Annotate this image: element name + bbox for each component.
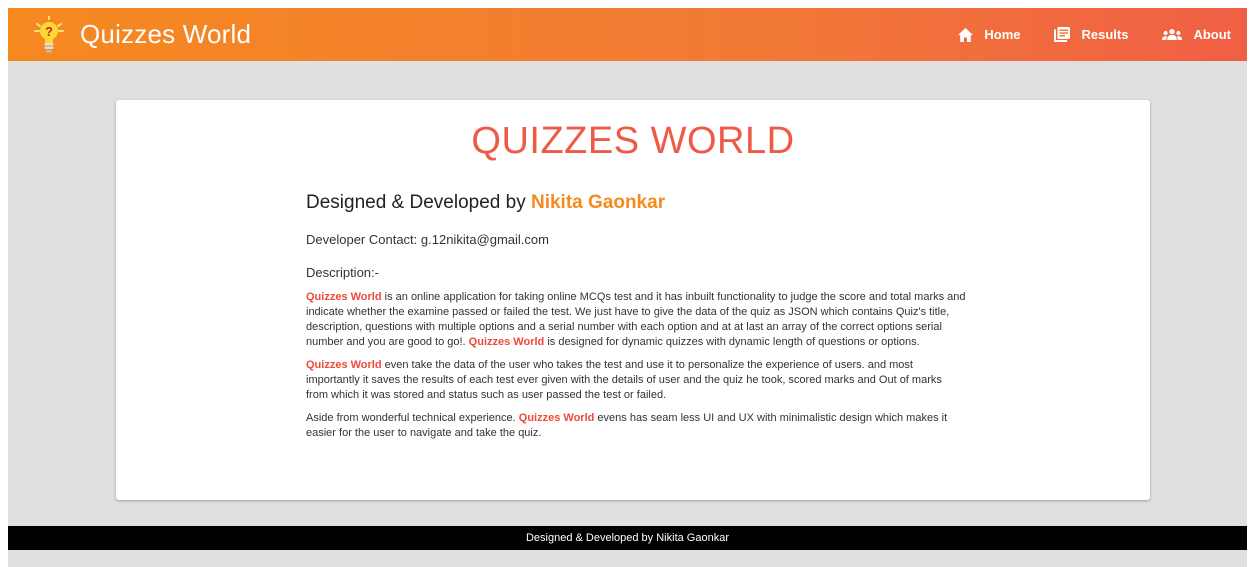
description-heading: Description:-	[306, 265, 379, 280]
paragraph-3-text-a: Aside from wonderful technical experienc…	[306, 412, 519, 424]
brand-title: Quizzes World	[80, 19, 252, 49]
nav-links: Home Results About	[924, 27, 1231, 42]
designed-by-heading: Designed & Developed by Nikita Gaonkar	[306, 192, 966, 214]
brand-highlight: Quizzes World	[306, 359, 382, 371]
description-paragraph-2: Quizzes World even take the data of the …	[306, 358, 966, 403]
nav-about-link[interactable]: About	[1162, 27, 1231, 42]
group-icon	[1162, 29, 1183, 40]
brand-highlight: Quizzes World	[518, 412, 595, 424]
designed-by-prefix: Designed & Developed by	[306, 192, 531, 213]
paragraph-1-text-b: is designed for dynamic quizzes with dyn…	[544, 336, 920, 348]
nav-home-label: Home	[984, 27, 1021, 42]
footer-text: Designed & Developed by Nikita Gaonkar	[525, 532, 729, 544]
page-title: QUIZZES WORLD	[471, 120, 795, 162]
paragraph-2-text: even take the data of the user who takes…	[306, 359, 942, 401]
svg-text:?: ?	[45, 24, 53, 39]
description-paragraph-3: Aside from wonderful technical experienc…	[306, 411, 966, 441]
nav-results-link[interactable]: Results	[1054, 27, 1128, 42]
brand-highlight: Quizzes World	[306, 291, 382, 303]
about-content: Designed & Developed by Nikita Gaonkar D…	[306, 192, 966, 449]
top-navbar: ? Quizzes World Home Results About	[8, 8, 1247, 61]
about-card: QUIZZES WORLD Designed & Developed by Ni…	[116, 100, 1150, 500]
developer-name: Nikita Gaonkar	[530, 192, 666, 213]
nav-about-label: About	[1193, 27, 1231, 42]
brand-link[interactable]: ? Quizzes World	[34, 14, 252, 54]
nav-results-label: Results	[1081, 27, 1129, 42]
page-background: ? Quizzes World Home Results About QUIZZ…	[8, 8, 1247, 567]
developer-contact: Developer Contact: g.12nikita@gmail.com	[306, 232, 549, 247]
description-paragraph-1: Quizzes World is an online application f…	[306, 290, 966, 350]
footer: Designed & Developed by Nikita Gaonkar	[8, 526, 1247, 550]
nav-home-link[interactable]: Home	[958, 27, 1020, 42]
brand-highlight: Quizzes World	[468, 336, 545, 348]
results-icon	[1054, 27, 1071, 42]
lightbulb-question-icon: ?	[34, 14, 64, 54]
home-icon	[958, 27, 974, 42]
